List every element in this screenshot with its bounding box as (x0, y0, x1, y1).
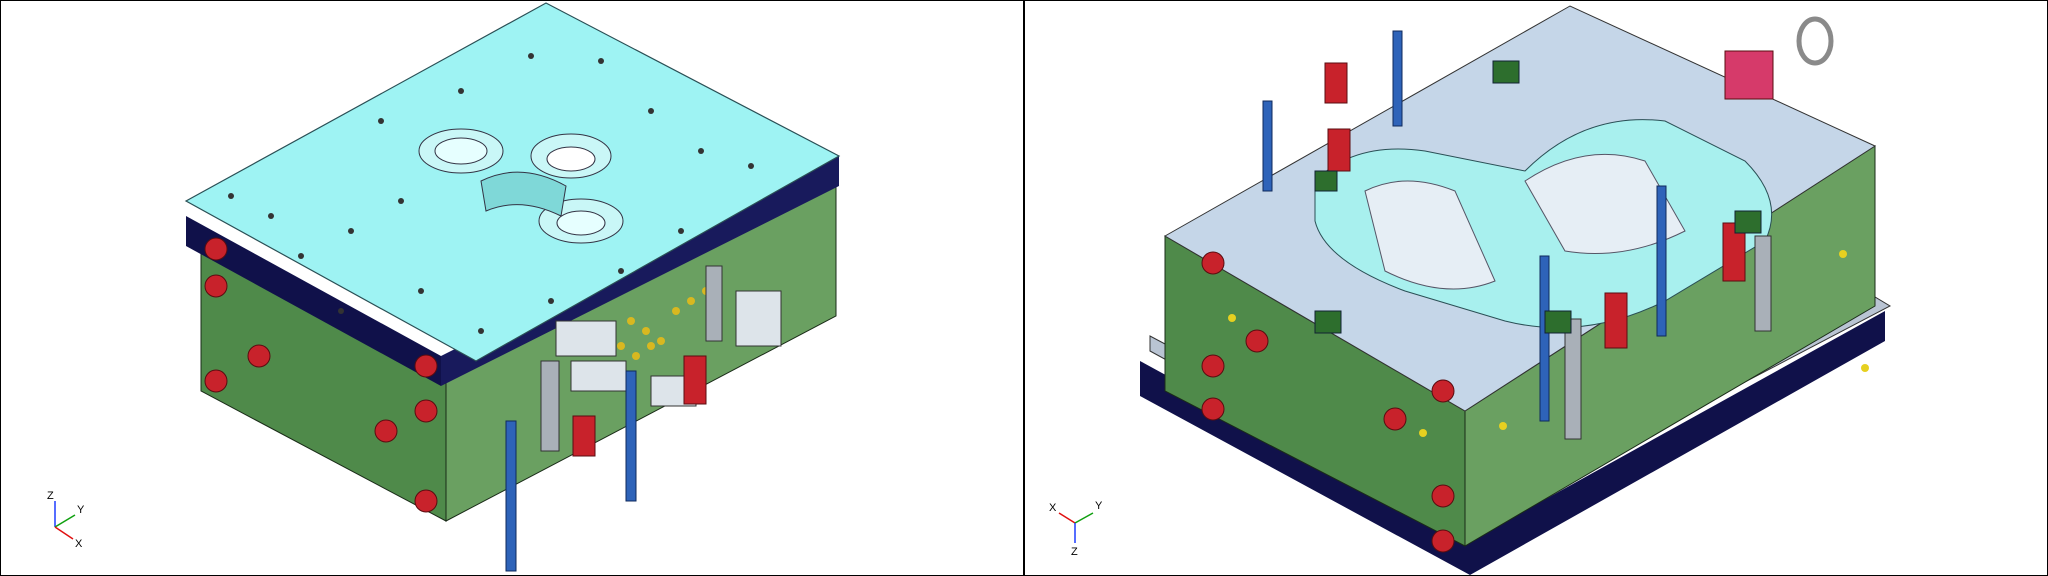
triad-y-label: Y (1095, 500, 1103, 512)
ejector-rod (1656, 185, 1667, 337)
ejector-rod (1392, 30, 1403, 127)
viewport-left[interactable]: Z Y X (1, 1, 1023, 575)
lifter-block (1324, 62, 1348, 104)
cad-viewer-window: Z Y X X Y Z (0, 0, 2048, 576)
eye-bolt (1796, 16, 1834, 66)
mold-assembly-closed[interactable] (1, 1, 1023, 575)
support-bracket (705, 265, 723, 342)
support-bracket (540, 360, 560, 452)
limit-switch-block (572, 415, 596, 457)
triad-y-label: Y (77, 504, 85, 516)
ejector-rod (1262, 100, 1273, 192)
triad-axis-icon: X Y Z (1049, 500, 1103, 558)
lifter-block (1327, 128, 1351, 172)
viewport-right[interactable]: X Y Z (1025, 1, 2047, 575)
lifter-block (1604, 292, 1628, 349)
support-bracket (1564, 318, 1582, 440)
support-bracket (1754, 235, 1772, 332)
triad-x-label: X (1049, 502, 1057, 514)
triad-x-label: X (75, 538, 83, 550)
lifting-block (1724, 50, 1774, 100)
triad-axis-icon: Z Y X (47, 490, 85, 550)
ejector-rod (625, 370, 637, 502)
ejector-rod (1539, 255, 1550, 422)
limit-switch-block (683, 355, 707, 405)
mold-assembly-open[interactable] (1025, 1, 2047, 575)
triad-z-label: Z (1071, 546, 1078, 558)
ejector-rod (505, 420, 517, 572)
triad-z-label: Z (47, 490, 54, 502)
